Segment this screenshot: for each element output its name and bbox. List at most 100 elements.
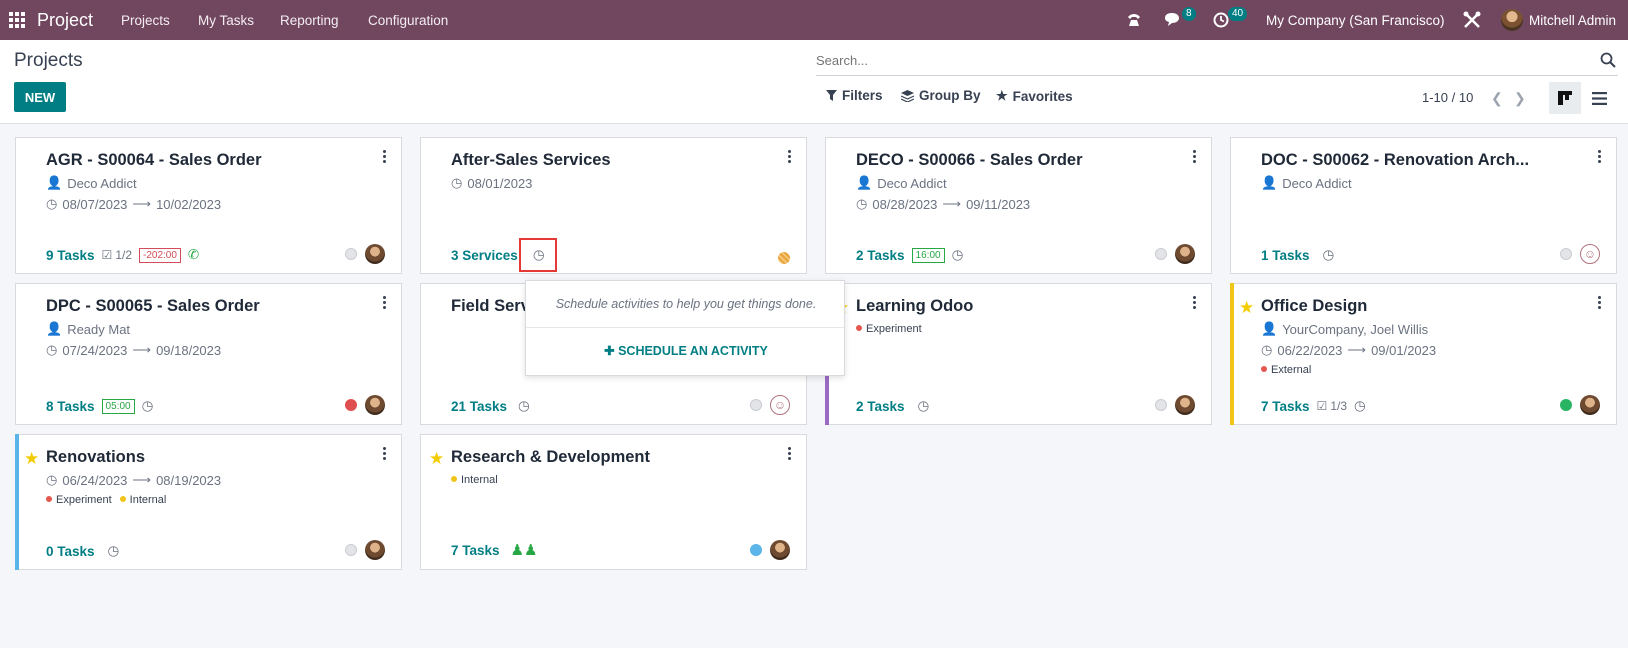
status-dot[interactable] <box>345 248 357 260</box>
menu-my-tasks[interactable]: My Tasks <box>198 0 254 40</box>
status-dot[interactable] <box>1155 399 1167 411</box>
list-view-button[interactable] <box>1583 82 1615 114</box>
favorite-star-icon[interactable]: ★ <box>24 449 39 469</box>
status-dot[interactable] <box>750 544 762 556</box>
activity-clock-icon[interactable]: ◷ <box>142 398 154 414</box>
allocated-hours-badge: -202:00 <box>139 247 181 263</box>
avatar <box>770 540 790 560</box>
activity-clock-icon[interactable]: ◷ <box>1354 398 1366 414</box>
card-date: ◷ 08/01/2023 <box>451 175 533 191</box>
project-card-doc[interactable]: DOC - S00062 - Renovation Arch... 👤 Deco … <box>1230 137 1617 274</box>
project-card-office-design[interactable]: ★ Office Design 👤 YourCompany, Joel Willi… <box>1230 283 1617 425</box>
card-menu-icon[interactable] <box>788 150 792 165</box>
phone-activity-icon[interactable]: ✆ <box>188 247 199 263</box>
card-footer: 2 Tasks ◷ <box>856 398 929 414</box>
activities-badge: 40 <box>1228 7 1248 21</box>
favorites-button[interactable]: ★ Favorites <box>996 88 1073 104</box>
debug-tools-icon[interactable] <box>1463 0 1481 40</box>
project-card-dpc[interactable]: DPC - S00065 - Sales Order 👤 Ready Mat ◷ 0… <box>15 283 402 425</box>
card-menu-icon[interactable] <box>1193 150 1197 165</box>
card-menu-icon[interactable] <box>1598 296 1602 311</box>
status-dot[interactable] <box>778 252 790 264</box>
card-customer: 👤 Deco Addict <box>46 175 137 191</box>
card-footer: 9 Tasks ☑ 1/2 -202:00 ✆ <box>46 247 199 263</box>
card-menu-icon[interactable] <box>1598 150 1602 165</box>
tag-internal: Internal <box>120 494 167 506</box>
status-dot[interactable] <box>750 399 762 411</box>
task-count-link[interactable]: 2 Tasks <box>856 248 905 263</box>
card-menu-icon[interactable] <box>788 447 792 462</box>
status-dot[interactable] <box>1560 399 1572 411</box>
card-status <box>345 244 385 264</box>
card-status: ☺ <box>750 395 790 415</box>
card-tags: Internal <box>451 474 498 486</box>
task-count-link[interactable]: 21 Tasks <box>451 399 507 414</box>
task-count-link[interactable]: 2 Tasks <box>856 399 905 414</box>
apps-grid-icon[interactable] <box>9 0 25 40</box>
menu-configuration[interactable]: Configuration <box>368 0 448 40</box>
card-footer: 2 Tasks 16:00 ◷ <box>856 247 963 263</box>
project-card-agr[interactable]: AGR - S00064 - Sales Order 👤 Deco Addict … <box>15 137 402 274</box>
search-icon[interactable] <box>1600 52 1616 71</box>
pager-prev-icon[interactable]: ❮ <box>1491 90 1503 107</box>
card-tags: Experiment <box>856 323 922 335</box>
new-button[interactable]: NEW <box>14 82 66 112</box>
project-card-learning-odoo[interactable]: ★ Learning Odoo Experiment 2 Tasks ◷ <box>825 283 1212 425</box>
card-dates: ◷ 07/24/2023 ⟶ 09/18/2023 <box>46 342 222 358</box>
app-brand[interactable]: Project <box>37 0 93 40</box>
card-status <box>778 252 790 264</box>
activity-clock-icon[interactable] <box>1213 0 1229 40</box>
pager-value[interactable]: 1-10 / 10 <box>1422 90 1473 105</box>
card-menu-icon[interactable] <box>383 447 387 462</box>
card-title: AGR - S00064 - Sales Order <box>46 151 262 169</box>
avatar <box>365 244 385 264</box>
favorite-star-icon[interactable]: ★ <box>429 449 444 469</box>
project-card-research-development[interactable]: ★ Research & Development Internal 7 Task… <box>420 434 807 570</box>
card-title: DECO - S00066 - Sales Order <box>856 151 1083 169</box>
pager-next-icon[interactable]: ❯ <box>1514 90 1526 107</box>
task-count-link[interactable]: 0 Tasks <box>46 544 95 559</box>
schedule-activity-label: SCHEDULE AN ACTIVITY <box>618 344 768 358</box>
task-count-link[interactable]: 8 Tasks <box>46 399 95 414</box>
activity-clock-icon[interactable]: ◷ <box>1323 247 1335 263</box>
company-switcher[interactable]: My Company (San Francisco) <box>1266 0 1445 40</box>
project-card-after-sales[interactable]: After-Sales Services ◷ 08/01/2023 3 Servi… <box>420 137 807 274</box>
user-menu[interactable]: Mitchell Admin <box>1529 0 1616 40</box>
messages-icon[interactable] <box>1164 0 1182 40</box>
filters-button[interactable]: Filters <box>826 88 883 103</box>
top-navbar: Project Projects My Tasks Reporting Conf… <box>0 0 1628 40</box>
activity-clock-icon[interactable]: ◷ <box>108 543 120 559</box>
kanban-view-button[interactable] <box>1549 82 1581 114</box>
card-menu-icon[interactable] <box>1193 296 1197 311</box>
user-icon: 👤 <box>46 321 63 336</box>
activity-clock-icon[interactable]: ◷ <box>518 398 530 414</box>
project-card-renovations[interactable]: ★ Renovations ◷ 06/24/2023 ⟶ 08/19/2023 Exp… <box>15 434 402 570</box>
user-avatar[interactable] <box>1501 0 1523 40</box>
card-footer: 7 Tasks ☑ 1/3 ◷ <box>1261 398 1366 414</box>
activity-clock-icon[interactable]: ◷ <box>918 398 930 414</box>
status-dot[interactable] <box>1155 248 1167 260</box>
activity-clock-icon[interactable]: ◷ <box>952 247 964 263</box>
favorite-star-icon[interactable]: ★ <box>1239 298 1254 318</box>
search-input[interactable] <box>816 50 1576 70</box>
status-dot[interactable] <box>1560 248 1572 260</box>
status-dot[interactable] <box>345 544 357 556</box>
control-panel: Projects NEW Filters Group By ★ Favorite… <box>0 40 1628 124</box>
group-meeting-icon[interactable]: ♟♟ <box>511 541 538 559</box>
task-count-link[interactable]: 7 Tasks <box>451 543 500 558</box>
menu-projects[interactable]: Projects <box>121 0 170 40</box>
card-menu-icon[interactable] <box>383 296 387 311</box>
task-count-link[interactable]: 9 Tasks <box>46 248 95 263</box>
card-menu-icon[interactable] <box>383 150 387 165</box>
task-count-link[interactable]: 3 Services <box>451 248 518 263</box>
group-by-button[interactable]: Group By <box>901 88 981 103</box>
card-dates: ◷ 06/24/2023 ⟶ 08/19/2023 <box>46 472 222 488</box>
project-card-deco[interactable]: DECO - S00066 - Sales Order 👤 Deco Addict… <box>825 137 1212 274</box>
phone-icon[interactable] <box>1126 0 1142 40</box>
status-dot[interactable] <box>345 399 357 411</box>
schedule-activity-button[interactable]: ✚ SCHEDULE AN ACTIVITY <box>526 343 846 358</box>
card-customer: 👤 Deco Addict <box>1261 175 1352 191</box>
menu-reporting[interactable]: Reporting <box>280 0 339 40</box>
task-count-link[interactable]: 1 Tasks <box>1261 248 1310 263</box>
task-count-link[interactable]: 7 Tasks <box>1261 399 1310 414</box>
